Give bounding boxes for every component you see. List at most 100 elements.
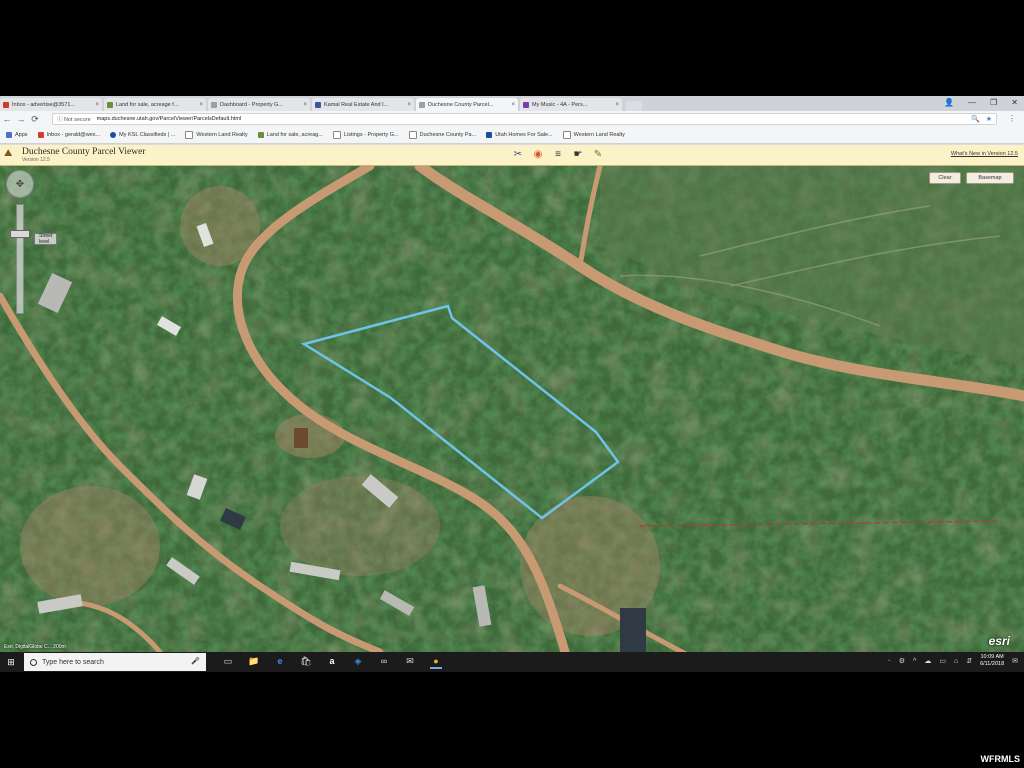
close-window-icon[interactable]: ✕ — [1011, 98, 1018, 107]
back-icon[interactable]: ← — [0, 114, 14, 124]
maximize-icon[interactable]: ❐ — [990, 98, 997, 107]
network-globe-icon[interactable]: ◔ — [887, 658, 891, 665]
layers-icon[interactable]: ≡ — [552, 149, 564, 161]
basemap-button[interactable]: Basemap — [966, 172, 1014, 184]
bookmark-label: My KSL Classifieds | ... — [119, 132, 176, 138]
bookmark-label: Western Land Realty — [573, 132, 625, 138]
pan-icon[interactable]: ✥ — [6, 170, 34, 198]
bookmark-inbox[interactable]: Inbox - gerald@wes... — [37, 132, 101, 138]
tab-my-music[interactable]: My Music - 4A - Pers... × — [520, 98, 622, 111]
bookmark-land-for-sale[interactable]: Land for sale, acreag... — [257, 132, 323, 138]
star-icon[interactable]: ★ — [986, 115, 992, 123]
bookmark-label: Land for sale, acreag... — [266, 132, 323, 138]
bookmark-listings[interactable]: Listings - Property G... — [332, 131, 399, 139]
bookmark-ksl[interactable]: My KSL Classifieds | ... — [110, 132, 175, 138]
zoom-control: ✥ Street level — [6, 170, 58, 340]
volume-icon[interactable]: ⇵ — [966, 657, 972, 665]
zoom-icon[interactable]: 🔍 — [971, 115, 980, 123]
bookmark-duchesne[interactable]: Duchesne County Pa... — [408, 131, 477, 139]
battery-icon[interactable]: ▭ — [939, 657, 946, 665]
close-icon[interactable]: × — [615, 102, 619, 108]
tab-land-for-sale[interactable]: Land for sale, acreage f... × — [104, 98, 206, 111]
whats-new-link[interactable]: What's New in Version 12.5 — [951, 151, 1018, 157]
map-view[interactable]: Clear Basemap ✥ Street level Esri, Digit… — [0, 166, 1024, 652]
store-icon[interactable]: 🛍 — [300, 655, 312, 667]
tab-favicon — [523, 101, 529, 108]
tab-favicon — [419, 101, 425, 108]
edge-icon[interactable]: e — [274, 655, 286, 667]
clearing — [20, 486, 160, 606]
clock-date: 6/11/2018 — [980, 661, 1005, 667]
bookmark-label: Duchesne County Pa... — [419, 132, 477, 138]
windows-start-icon[interactable]: ⊞ — [0, 652, 22, 672]
new-tab-button[interactable] — [626, 101, 642, 111]
navigation-bar: ← → ⟳ ⓘ Not secure maps.duchesne.utah.go… — [0, 111, 1024, 127]
link-icon[interactable]: ∞ — [378, 655, 390, 667]
tab-duchesne-parcel[interactable]: Duchesne County Parcel... × — [416, 98, 518, 111]
system-tray: ◔ ⚙ ^ ☁ ▭ ⌂ ⇵ 10:09 AM 6/11/2018 ✉ — [887, 654, 1018, 668]
forward-icon[interactable]: → — [14, 114, 28, 124]
esri-logo: esri — [988, 634, 1010, 648]
mail-icon[interactable]: ✉ — [404, 655, 416, 667]
amazon-icon[interactable]: a — [326, 655, 338, 667]
bookmark-label: Inbox - gerald@wes... — [46, 132, 101, 138]
tab-favicon — [211, 101, 217, 108]
clear-button[interactable]: Clear — [929, 172, 961, 184]
tab-kamal-real-estate[interactable]: Kamal Real Estate And I... × — [312, 98, 414, 111]
clock[interactable]: 10:09 AM 6/11/2018 — [980, 654, 1004, 668]
zoom-slider-handle[interactable] — [10, 230, 30, 238]
settings-icon[interactable]: ⚙ — [899, 657, 905, 665]
wifi-icon[interactable]: ⌂ — [954, 658, 958, 665]
close-icon[interactable]: × — [407, 102, 411, 108]
land-icon — [257, 132, 264, 138]
close-icon[interactable]: × — [95, 102, 99, 108]
address-bar[interactable]: ⓘ Not secure maps.duchesne.utah.gov/Parc… — [52, 113, 997, 125]
tab-favicon — [3, 101, 9, 108]
tab-label: Dashboard - Property G... — [220, 101, 283, 108]
url-text: maps.duchesne.utah.gov/ParcelViewer/Parc… — [96, 116, 242, 122]
profile-icon[interactable]: 👤 — [944, 98, 954, 107]
bookmark-western-land-2[interactable]: Western Land Realty — [562, 131, 625, 139]
close-icon[interactable]: × — [511, 102, 515, 108]
app-header: ⛰ Duchesne County Parcel Viewer Version … — [0, 145, 1024, 166]
bookmark-western-land[interactable]: Western Land Realty — [185, 131, 248, 139]
file-explorer-icon[interactable]: 📁 — [248, 655, 260, 667]
draw-icon[interactable]: ✎ — [592, 149, 604, 161]
gmail-icon — [37, 132, 44, 138]
taskbar-search[interactable]: Type here to search 🎤 — [24, 653, 206, 671]
bookmark-label: Apps — [15, 132, 28, 138]
page-icon — [408, 131, 417, 139]
tab-dashboard[interactable]: Dashboard - Property G... × — [208, 98, 310, 111]
search-icon — [30, 658, 37, 666]
clearing — [275, 414, 345, 458]
zoom-slider[interactable] — [16, 204, 24, 314]
pan-icon[interactable]: ☛ — [572, 149, 584, 161]
app-icon[interactable]: ◈ — [352, 655, 364, 667]
chrome-icon[interactable]: ● — [430, 655, 442, 669]
menu-icon[interactable]: ⋮ — [1008, 114, 1016, 123]
taskbar-apps: ▭ 📁 e 🛍 a ◈ ∞ ✉ ● — [222, 655, 442, 669]
wfrmls-watermark: WFRMLS — [980, 754, 1021, 764]
minimize-icon[interactable]: — — [968, 98, 976, 107]
notifications-icon[interactable]: ✉ — [1012, 657, 1018, 665]
ksl-icon — [110, 132, 117, 138]
tab-strip: Inbox - advertise@3571... × Land for sale… — [0, 96, 1024, 111]
task-view-icon[interactable]: ▭ — [222, 655, 234, 667]
microphone-icon[interactable]: 🎤 — [191, 657, 200, 665]
bookmark-apps[interactable]: Apps — [6, 132, 28, 138]
measure-icon[interactable]: ✂ — [512, 149, 524, 161]
bookmarks-bar: Apps Inbox - gerald@wes... My KSL Classi… — [0, 127, 1024, 144]
page-icon — [332, 131, 341, 139]
tab-inbox[interactable]: Inbox - advertise@3571... × — [0, 98, 102, 111]
onedrive-icon[interactable]: ☁ — [924, 657, 931, 665]
security-indicator[interactable]: ⓘ Not secure — [57, 115, 91, 123]
clock-time: 10:09 AM — [980, 654, 1004, 660]
tab-label: Inbox - advertise@3571... — [12, 101, 76, 108]
show-hidden-icons-icon[interactable]: ^ — [913, 658, 916, 665]
close-icon[interactable]: × — [303, 102, 307, 108]
bookmark-utah-homes[interactable]: Utah Homes For Sale... — [486, 132, 553, 138]
window-controls: 👤 — ❐ ✕ — [944, 98, 1018, 107]
identify-icon[interactable]: ◉ — [532, 149, 544, 161]
close-icon[interactable]: × — [199, 102, 203, 108]
reload-icon[interactable]: ⟳ — [28, 114, 42, 125]
